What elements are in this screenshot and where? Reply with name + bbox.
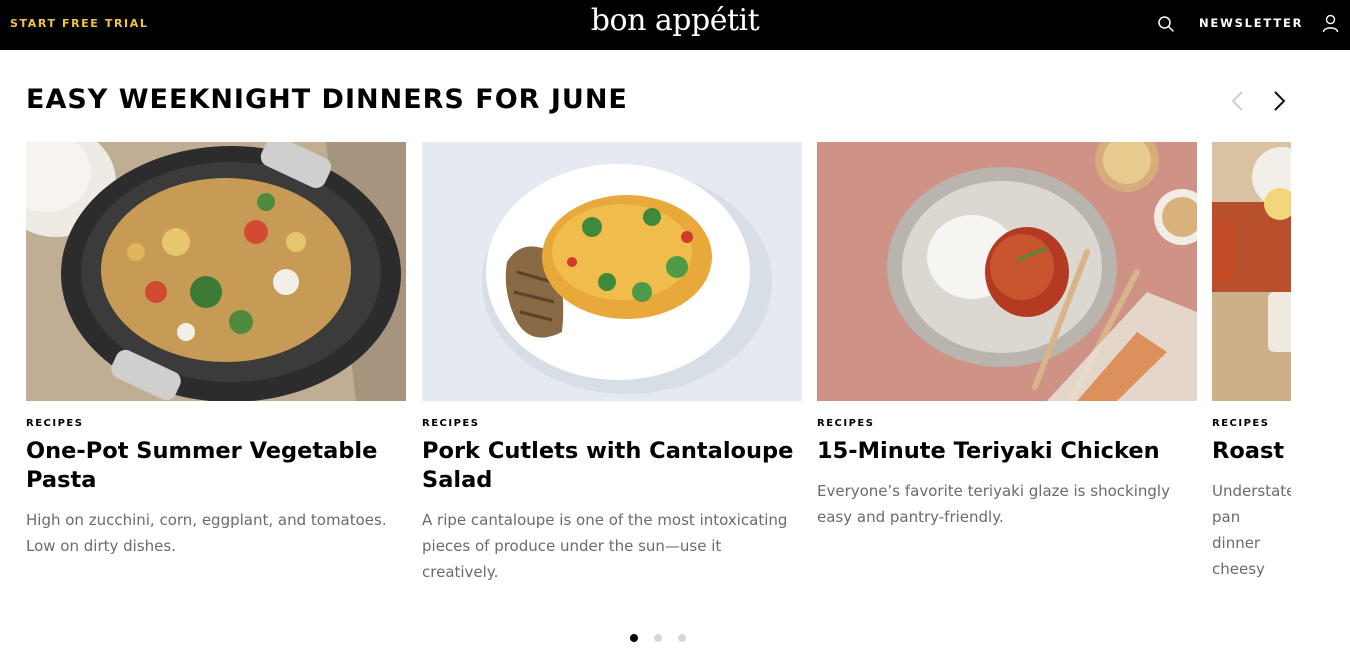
chevron-right-icon[interactable] bbox=[1268, 88, 1290, 114]
site-logo[interactable]: bon appétit bbox=[0, 3, 1350, 38]
recipe-card[interactable]: RECIPES One-Pot Summer Vegetable Pasta H… bbox=[26, 142, 406, 559]
recipe-carousel: RECIPES One-Pot Summer Vegetable Pasta H… bbox=[26, 142, 1291, 582]
card-description: High on zucchini, corn, eggplant, and to… bbox=[26, 511, 387, 555]
card-kicker: RECIPES bbox=[817, 418, 875, 429]
card-kicker: RECIPES bbox=[26, 418, 84, 429]
card-kicker: RECIPES bbox=[422, 418, 480, 429]
search-icon[interactable] bbox=[1157, 15, 1175, 33]
recipe-image-teriyaki-chicken[interactable] bbox=[817, 142, 1197, 401]
carousel-pagination bbox=[630, 634, 700, 644]
top-bar: START FREE TRIAL bon appétit NEWSLETTER bbox=[0, 0, 1350, 50]
card-description: Everyone’s favorite teriyaki glaze is sh… bbox=[817, 482, 1170, 526]
recipe-image-pork-cutlets[interactable] bbox=[422, 142, 802, 401]
pagination-dot[interactable] bbox=[678, 634, 686, 642]
chevron-left-icon[interactable] bbox=[1227, 88, 1249, 114]
recipe-card[interactable]: RECIPES Pork Cutlets with Cantaloupe Sal… bbox=[422, 142, 802, 582]
card-description: A ripe cantaloupe is one of the most int… bbox=[422, 511, 788, 581]
recipe-card[interactable]: RECIPES Roast C Understate pan dinner ch… bbox=[1212, 142, 1291, 582]
card-title[interactable]: Pork Cutlets with Cantaloupe Salad bbox=[422, 437, 802, 495]
user-icon[interactable] bbox=[1322, 14, 1339, 33]
newsletter-link[interactable]: NEWSLETTER bbox=[1199, 16, 1303, 30]
pagination-dot[interactable] bbox=[654, 634, 662, 642]
card-title[interactable]: One-Pot Summer Vegetable Pasta bbox=[26, 437, 406, 495]
card-description: Understate pan dinner cheesy cho bbox=[1212, 482, 1291, 578]
recipe-image-roast[interactable] bbox=[1212, 142, 1291, 401]
recipe-card[interactable]: RECIPES 15-Minute Teriyaki Chicken Every… bbox=[817, 142, 1197, 530]
section-title: EASY WEEKNIGHT DINNERS FOR JUNE bbox=[26, 84, 628, 115]
pagination-dot[interactable] bbox=[630, 634, 638, 642]
card-title[interactable]: Roast C bbox=[1212, 437, 1291, 466]
recipe-image-vegetable-pasta[interactable] bbox=[26, 142, 406, 401]
card-kicker: RECIPES bbox=[1212, 418, 1270, 429]
card-title[interactable]: 15-Minute Teriyaki Chicken bbox=[817, 437, 1197, 466]
